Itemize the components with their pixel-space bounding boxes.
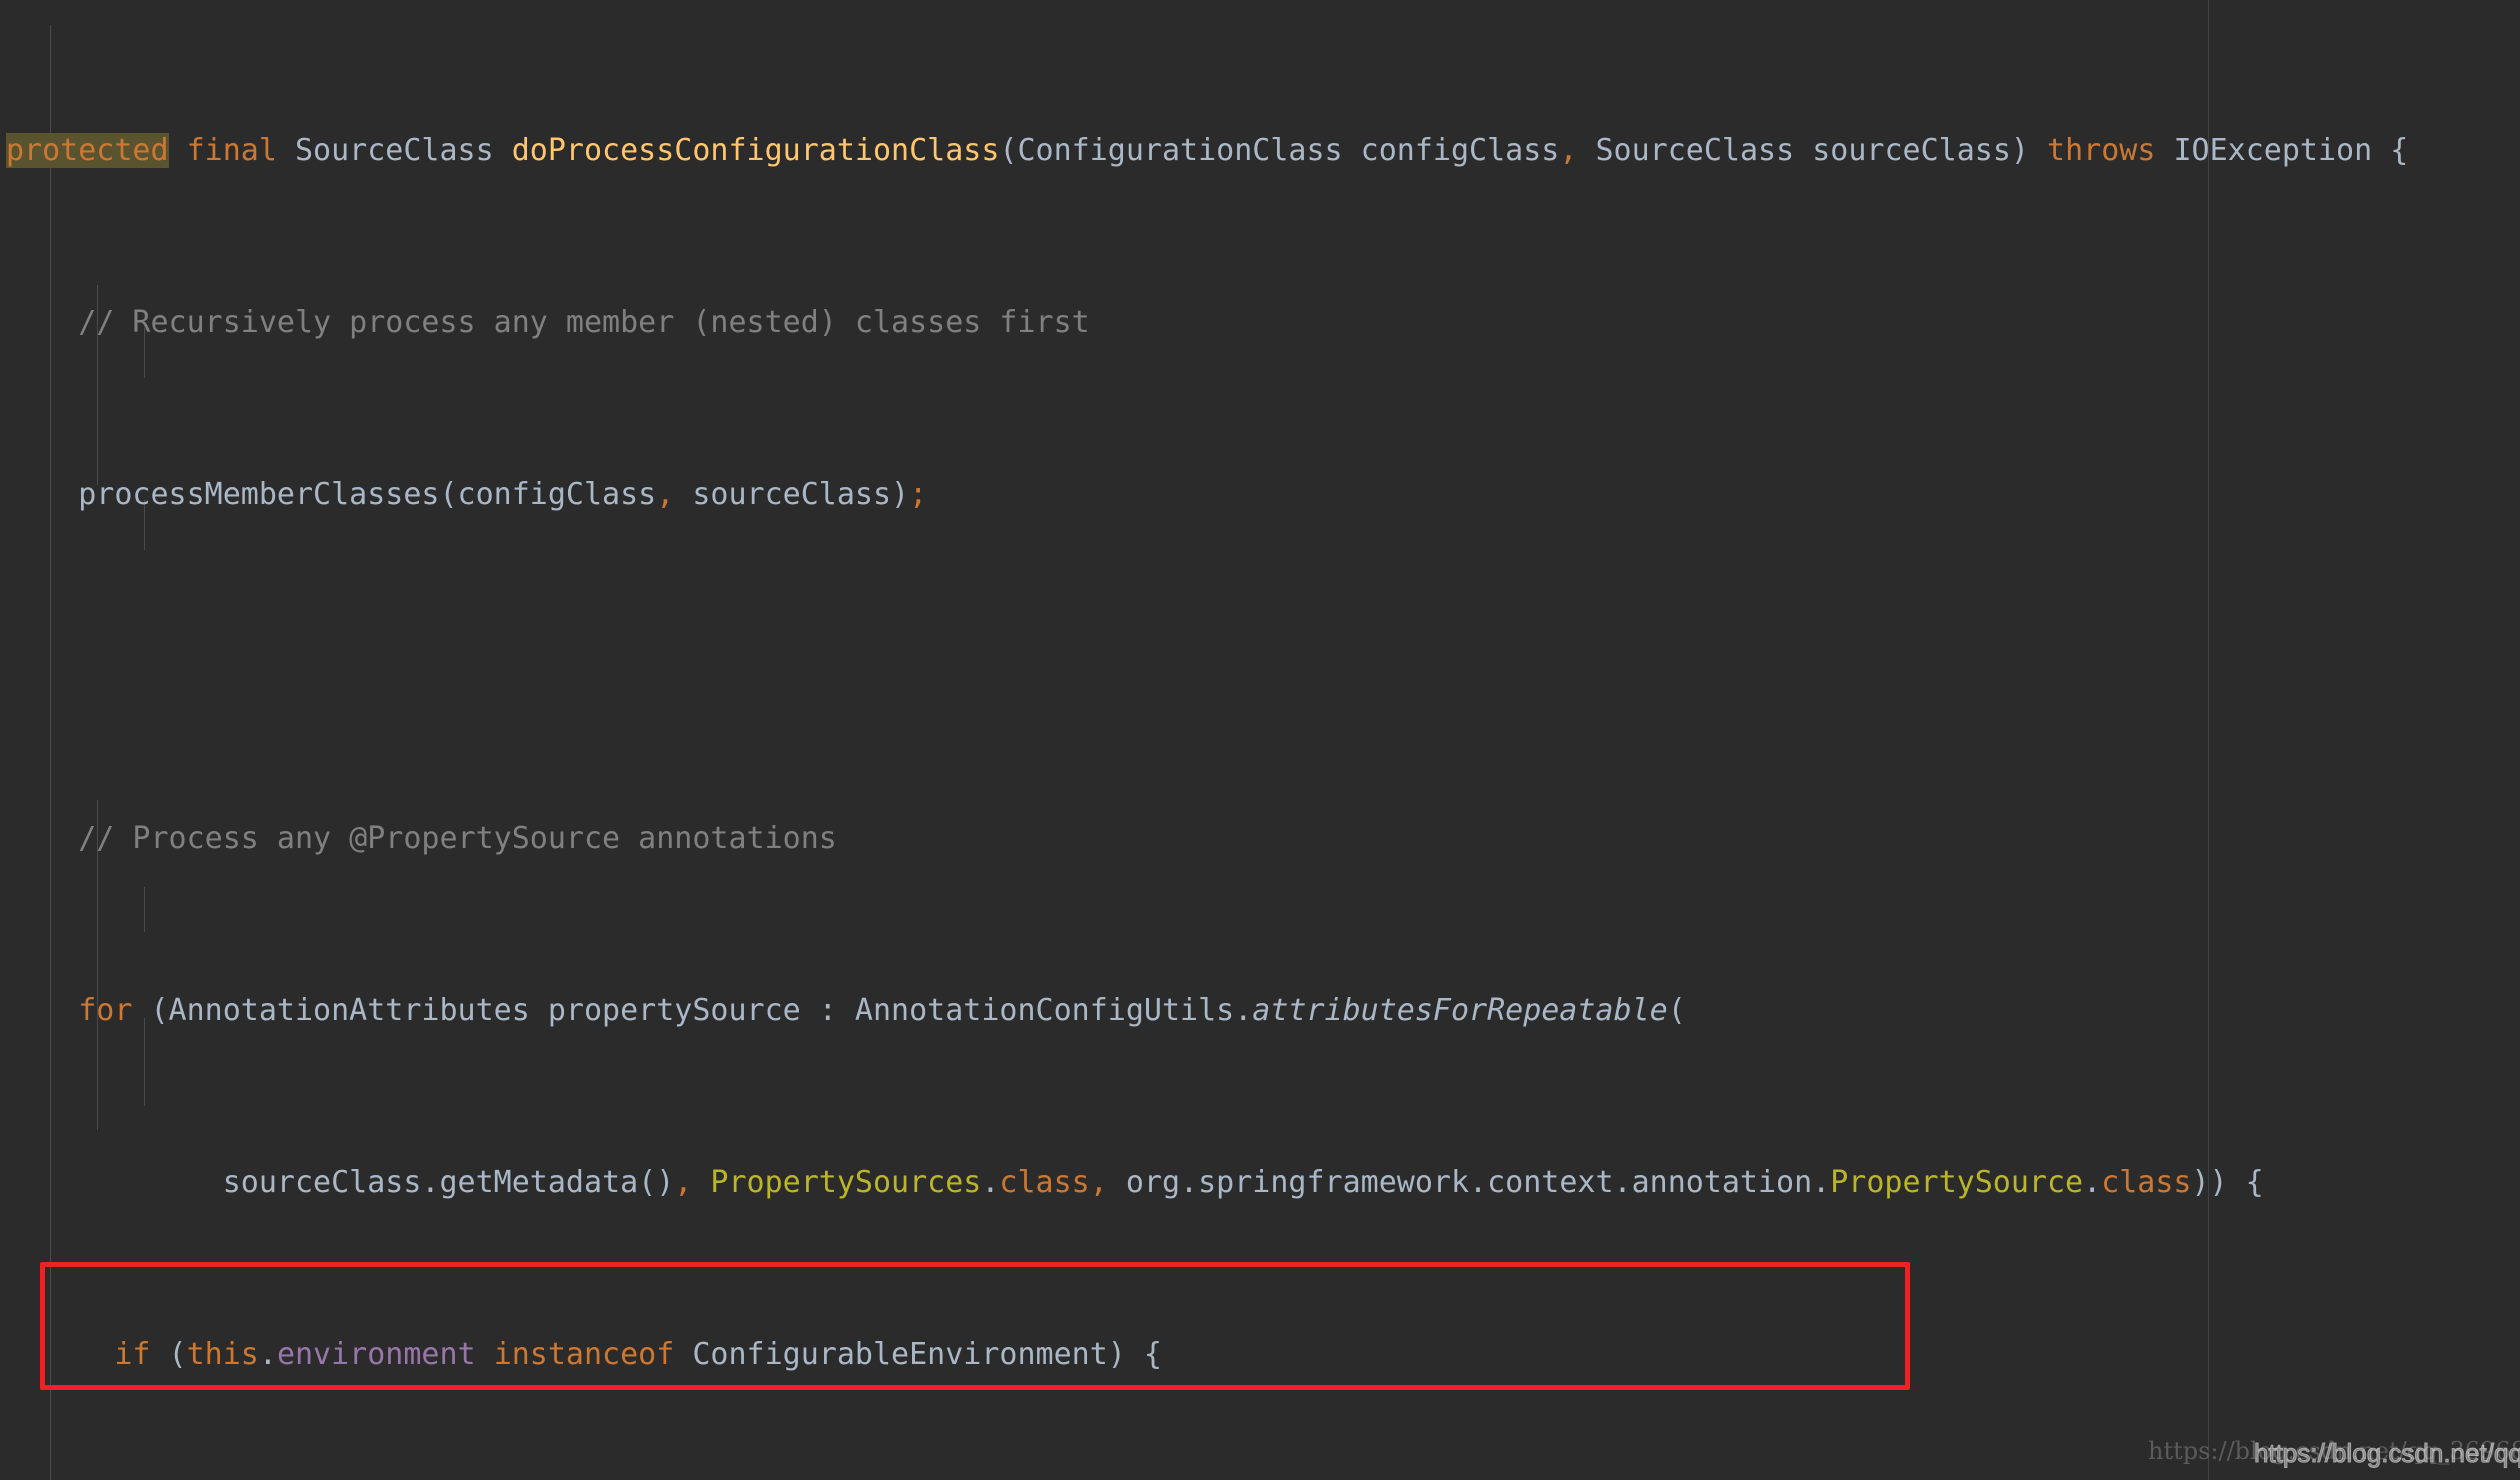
token-class-PropertySources: PropertySources [710, 1165, 982, 1200]
token-keyword-protected: protected [6, 133, 169, 168]
code-content[interactable]: protected final SourceClass doProcessCon… [0, 0, 2520, 1480]
code-line-6[interactable]: for (AnnotationAttributes propertySource… [0, 989, 2520, 1032]
code-line-8[interactable]: if (this.environment instanceof Configur… [0, 1333, 2520, 1376]
code-line-5[interactable]: // Process any @PropertySource annotatio… [0, 817, 2520, 860]
token-keyword-final: final [168, 133, 277, 168]
watermark-outline: https://blog.csdn.net/qq_36968950 [2254, 1438, 2520, 1469]
code-editor[interactable]: protected final SourceClass doProcessCon… [0, 0, 2520, 1480]
code-line-4[interactable] [0, 645, 2520, 688]
code-line-3[interactable]: processMemberClasses(configClass, source… [0, 473, 2520, 516]
code-line-7[interactable]: sourceClass.getMetadata(), PropertySourc… [0, 1161, 2520, 1204]
code-line-1[interactable]: protected final SourceClass doProcessCon… [0, 129, 2520, 172]
token-field-environment: environment [276, 1337, 476, 1372]
token-method-doProcessConfigurationClass: doProcessConfigurationClass [511, 133, 1000, 168]
token-class-PropertySource: PropertySource [1830, 1165, 2084, 1200]
code-line-2[interactable]: // Recursively process any member (neste… [0, 301, 2520, 344]
